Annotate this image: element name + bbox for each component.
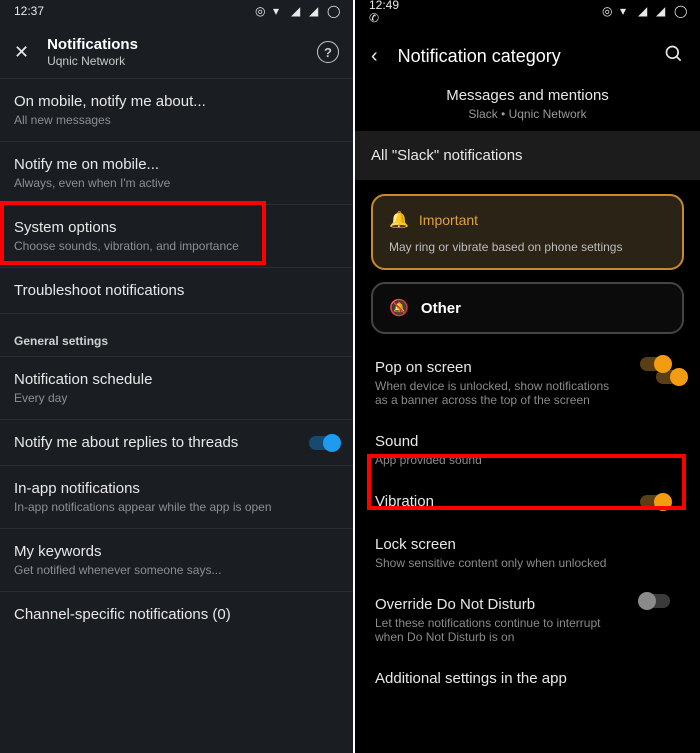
header-subtitle: Uqnic Network <box>47 54 299 68</box>
row-subtitle: Let these notifications continue to inte… <box>375 616 615 644</box>
row-channel-specific[interactable]: Channel-specific notifications (0) <box>0 592 353 637</box>
row-subtitle: Every day <box>14 391 339 405</box>
row-lock-screen[interactable]: Lock screen Show sensitive content only … <box>373 523 684 583</box>
status-time: 12:49 ✆ <box>369 0 402 24</box>
close-icon[interactable]: ✕ <box>14 42 29 63</box>
dnd-icon: ◎ <box>602 5 614 17</box>
help-icon[interactable]: ? <box>317 41 339 63</box>
dnd-icon: ◎ <box>255 5 267 17</box>
status-icons: ◎ ▾ ◢ ◢ ◯ <box>255 5 339 17</box>
category-summary: Messages and mentions Slack • Uqnic Netw… <box>355 87 700 131</box>
category-subtitle: Slack • Uqnic Network <box>371 107 684 121</box>
row-title: In-app notifications <box>14 480 339 497</box>
dnd-toggle[interactable] <box>640 594 670 608</box>
row-my-keywords[interactable]: My keywords Get notified whenever someon… <box>0 529 353 592</box>
phone-right-notification-category: 12:49 ✆ ◎ ▾ ◢ ◢ ◯ ‹ Notification categor… <box>355 0 700 753</box>
header-title: Notification category <box>398 46 644 67</box>
header-title-block: Notifications Uqnic Network <box>47 36 299 68</box>
card-other[interactable]: 🔕 Other <box>371 282 684 334</box>
importance-cards: 🔔 Important May ring or vibrate based on … <box>355 180 700 334</box>
row-subtitle: App provided sound <box>375 453 615 467</box>
row-title: All "Slack" notifications <box>371 147 523 164</box>
whatsapp-icon: ✆ <box>369 12 381 24</box>
row-notify-me-on-mobile[interactable]: Notify me on mobile... Always, even when… <box>0 142 353 205</box>
signal2-icon: ◢ <box>309 5 321 17</box>
row-subtitle: Show sensitive content only when unlocke… <box>375 556 615 570</box>
row-subtitle: In-app notifications appear while the ap… <box>14 500 339 514</box>
row-subtitle: Always, even when I'm active <box>14 176 339 190</box>
row-additional-settings[interactable]: Additional settings in the app <box>373 657 684 700</box>
card-label: Other <box>421 300 461 317</box>
row-title: Lock screen <box>375 536 682 553</box>
category-title: Messages and mentions <box>371 87 684 104</box>
row-title: My keywords <box>14 543 339 560</box>
row-title: Notify me on mobile... <box>14 156 339 173</box>
row-pop-on-screen[interactable]: Pop on screen When device is unlocked, s… <box>373 346 684 420</box>
row-title: Notify me about replies to threads <box>14 434 339 451</box>
threads-toggle[interactable] <box>309 436 339 450</box>
search-icon[interactable] <box>664 44 684 69</box>
row-troubleshoot[interactable]: Troubleshoot notifications <box>0 268 353 314</box>
row-title: Troubleshoot notifications <box>14 282 339 299</box>
pop-toggle[interactable] <box>640 357 670 371</box>
row-system-options[interactable]: System options Choose sounds, vibration,… <box>0 205 353 268</box>
row-subtitle: Choose sounds, vibration, and importance <box>14 239 339 253</box>
header-title: Notifications <box>47 36 299 53</box>
row-title: Additional settings in the app <box>375 670 682 687</box>
card-important[interactable]: 🔔 Important May ring or vibrate based on … <box>371 194 684 270</box>
settings-list: Pop on screen When device is unlocked, s… <box>355 346 700 700</box>
row-title: Channel-specific notifications (0) <box>14 606 339 623</box>
row-notification-schedule[interactable]: Notification schedule Every day <box>0 356 353 420</box>
row-title: Override Do Not Disturb <box>375 596 682 613</box>
row-all-slack-notifications[interactable]: All "Slack" notifications <box>355 131 700 180</box>
row-replies-to-threads[interactable]: Notify me about replies to threads <box>0 420 353 466</box>
battery-icon: ◯ <box>674 5 686 17</box>
row-vibration[interactable]: Vibration <box>373 480 684 523</box>
wifi-icon: ▾ <box>620 5 632 17</box>
header: ‹ Notification category <box>355 22 700 87</box>
row-in-app-notifications[interactable]: In-app notifications In-app notification… <box>0 466 353 529</box>
row-sound[interactable]: Sound App provided sound <box>373 420 684 480</box>
status-icons: ◎ ▾ ◢ ◢ ◯ <box>602 5 686 17</box>
bell-icon: 🔔 <box>389 210 409 230</box>
battery-icon: ◯ <box>327 5 339 17</box>
card-subtitle: May ring or vibrate based on phone setti… <box>389 240 666 254</box>
row-title: Vibration <box>375 493 682 510</box>
bell-off-icon: 🔕 <box>389 298 409 318</box>
row-override-dnd[interactable]: Override Do Not Disturb Let these notifi… <box>373 583 684 657</box>
row-title: On mobile, notify me about... <box>14 93 339 110</box>
row-title: Pop on screen <box>375 359 682 376</box>
row-title: System options <box>14 219 339 236</box>
section-general-settings: General settings <box>0 314 353 356</box>
row-subtitle: When device is unlocked, show notificati… <box>375 379 615 407</box>
row-title: Sound <box>375 433 682 450</box>
header: ✕ Notifications Uqnic Network ? <box>0 22 353 79</box>
row-subtitle: Get notified whenever someone says... <box>14 563 339 577</box>
signal2-icon: ◢ <box>656 5 668 17</box>
signal-icon: ◢ <box>638 5 650 17</box>
card-label: Important <box>419 212 478 228</box>
vibration-toggle[interactable] <box>640 495 670 509</box>
wifi-icon: ▾ <box>273 5 285 17</box>
status-time: 12:37 <box>14 4 44 18</box>
phone-left-notifications: 12:37 ◎ ▾ ◢ ◢ ◯ ✕ Notifications Uqnic Ne… <box>0 0 355 753</box>
status-bar: 12:37 ◎ ▾ ◢ ◢ ◯ <box>0 0 353 22</box>
row-title: Notification schedule <box>14 371 339 388</box>
signal-icon: ◢ <box>291 5 303 17</box>
row-on-mobile-notify[interactable]: On mobile, notify me about... All new me… <box>0 79 353 142</box>
row-subtitle: All new messages <box>14 113 339 127</box>
status-bar: 12:49 ✆ ◎ ▾ ◢ ◢ ◯ <box>355 0 700 22</box>
back-icon[interactable]: ‹ <box>371 45 378 68</box>
